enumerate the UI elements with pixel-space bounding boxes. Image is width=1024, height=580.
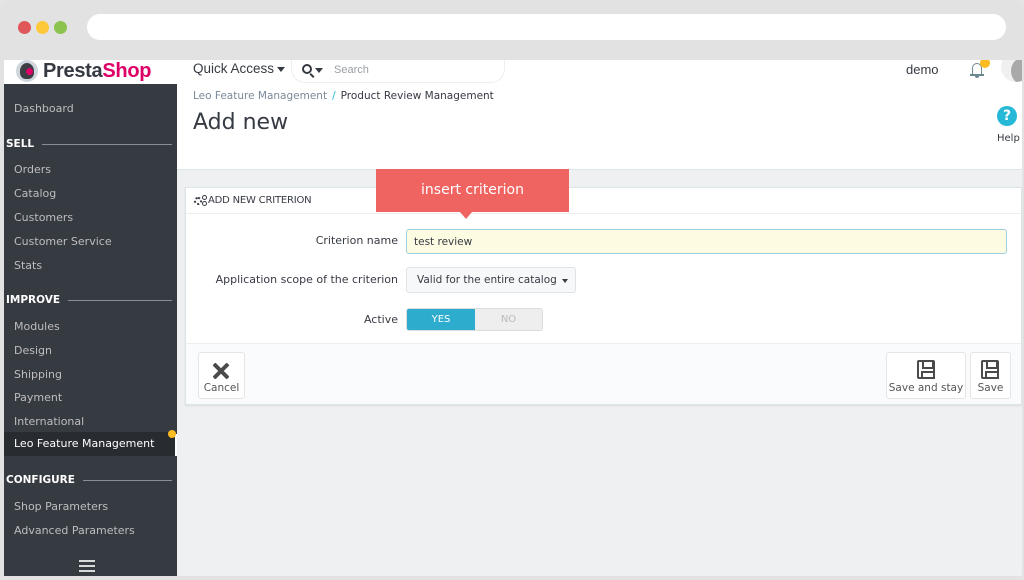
- close-icon: [212, 362, 230, 380]
- sidebar-item-orders[interactable]: Orders: [14, 163, 51, 176]
- puffin-logo-icon: [16, 60, 38, 82]
- logo-text-accent: Shop: [102, 60, 152, 82]
- help-label: Help: [997, 133, 1020, 144]
- save-icon: [917, 360, 935, 379]
- sidebar: Dashboard SELL Orders Catalog Customers …: [4, 84, 177, 576]
- page-toolbar: Leo Feature Management / Product Review Ma…: [177, 84, 1022, 170]
- breadcrumb: Leo Feature Management / Product Review Ma…: [193, 90, 494, 102]
- maximize-window-button[interactable]: [54, 21, 67, 34]
- active-toggle[interactable]: YES NO: [406, 308, 543, 331]
- divider: [82, 479, 172, 481]
- scope-selected-value: Valid for the entire catalog: [417, 274, 557, 286]
- prestashop-logo[interactable]: PrestaShop: [16, 60, 151, 84]
- scope-select[interactable]: Valid for the entire catalog: [406, 267, 576, 293]
- sidebar-item-catalog[interactable]: Catalog: [14, 187, 56, 200]
- sidebar-item-stats[interactable]: Stats: [14, 259, 42, 272]
- sidebar-item-international[interactable]: International: [14, 415, 84, 428]
- criterion-name-label: Criterion name: [315, 234, 398, 247]
- minimize-window-button[interactable]: [36, 21, 49, 34]
- quick-access-label: Quick Access: [193, 61, 275, 76]
- insert-criterion-callout: insert criterion: [376, 169, 569, 219]
- active-indicator: [175, 434, 177, 456]
- browser-chrome: [0, 0, 1024, 60]
- top-header: PrestaShop Quick Access demo: [4, 60, 1022, 84]
- breadcrumb-link[interactable]: Leo Feature Management: [193, 90, 327, 102]
- address-bar[interactable]: [87, 14, 1006, 40]
- sidebar-item-shipping[interactable]: Shipping: [14, 368, 62, 381]
- sidebar-section-configure: CONFIGURE: [6, 474, 172, 486]
- search-box: [291, 60, 505, 83]
- sidebar-section-improve: IMPROVE: [6, 294, 172, 306]
- criterion-name-input[interactable]: [406, 229, 1007, 254]
- save-icon: [981, 360, 999, 379]
- sidebar-item-dashboard[interactable]: Dashboard: [14, 102, 74, 115]
- quick-access-dropdown[interactable]: Quick Access: [193, 61, 286, 76]
- sidebar-item-shop-parameters[interactable]: Shop Parameters: [14, 500, 108, 513]
- panel-heading: ADD NEW CRITERION: [186, 188, 1021, 214]
- employee-name[interactable]: demo: [906, 62, 939, 77]
- avatar[interactable]: [1001, 60, 1022, 82]
- notification-badge: [980, 60, 990, 68]
- sidebar-section-sell: SELL: [6, 138, 172, 150]
- sidebar-item-leo-feature-management[interactable]: Leo Feature Management: [4, 432, 175, 456]
- panel-title: ADD NEW CRITERION: [208, 195, 312, 206]
- cogs-icon: [194, 195, 207, 207]
- sidebar-item-payment[interactable]: Payment: [14, 391, 62, 404]
- search-type-chevron-icon[interactable]: [315, 68, 323, 73]
- help-button[interactable]: ? Help: [992, 105, 1022, 155]
- sidebar-item-label: Leo Feature Management: [14, 437, 155, 450]
- hamburger-menu-icon[interactable]: [79, 560, 95, 572]
- sidebar-item-modules[interactable]: Modules: [14, 320, 60, 333]
- question-circle-icon: ?: [997, 106, 1017, 126]
- sidebar-item-advanced-parameters[interactable]: Advanced Parameters: [14, 524, 135, 537]
- sidebar-item-customers[interactable]: Customers: [14, 211, 73, 224]
- active-yes-option[interactable]: YES: [407, 309, 475, 330]
- save-and-stay-button[interactable]: Save and stay: [886, 352, 966, 399]
- caret-down-icon: [562, 279, 568, 283]
- chevron-down-icon: [277, 66, 286, 72]
- new-indicator-dot: [168, 430, 176, 438]
- divider: [68, 299, 172, 301]
- close-window-button[interactable]: [18, 21, 31, 34]
- sidebar-item-customer-service[interactable]: Customer Service: [14, 235, 112, 248]
- breadcrumb-current: Product Review Management: [340, 90, 494, 102]
- active-no-option[interactable]: NO: [475, 309, 542, 330]
- active-label: Active: [363, 313, 398, 326]
- criterion-form-panel: ADD NEW CRITERION Criterion name Applica…: [185, 187, 1022, 405]
- search-input[interactable]: [334, 62, 494, 78]
- page-title: Add new: [193, 110, 289, 135]
- browser-window: PrestaShop Quick Access demo Dashboard S: [0, 0, 1024, 580]
- divider: [42, 143, 172, 145]
- panel-footer: Cancel Save and stay Save: [186, 343, 1021, 404]
- logo-text-main: Presta: [43, 60, 103, 82]
- save-button[interactable]: Save: [970, 352, 1011, 399]
- sidebar-item-design[interactable]: Design: [14, 344, 52, 357]
- page: PrestaShop Quick Access demo Dashboard S: [4, 60, 1022, 576]
- search-icon[interactable]: [302, 64, 312, 74]
- scope-label: Application scope of the criterion: [215, 273, 398, 286]
- cancel-button[interactable]: Cancel: [198, 352, 245, 399]
